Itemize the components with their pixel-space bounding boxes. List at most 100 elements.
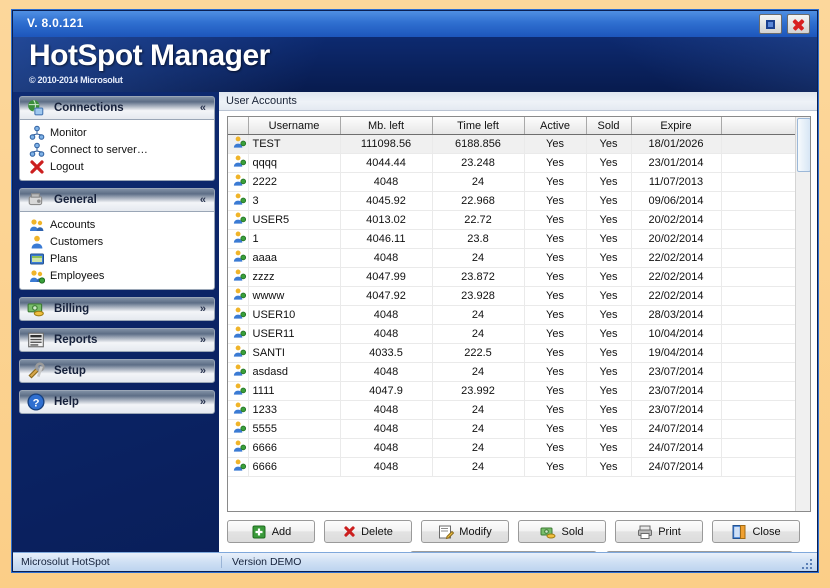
sidebar-panel-title: Billing — [54, 303, 89, 315]
cell-username: SANTI — [248, 344, 340, 363]
column-header-sold[interactable]: Sold — [586, 117, 631, 135]
sidebar-item-accounts[interactable]: Accounts — [20, 216, 214, 233]
delete-button[interactable]: Delete — [324, 520, 412, 543]
row-user-icon — [228, 325, 248, 344]
cell-active: Yes — [524, 268, 586, 287]
chevron-down-icon[interactable]: » — [200, 365, 206, 378]
sidebar-panel-title: General — [54, 194, 97, 206]
table-row[interactable]: asdasd404824YesYes23/07/2014 — [228, 363, 810, 382]
grid-scrollbar-thumb[interactable] — [797, 118, 811, 172]
cell-sold: Yes — [586, 135, 631, 154]
column-header-time-left[interactable]: Time left — [432, 117, 524, 135]
sold-button[interactable]: Sold — [518, 520, 606, 543]
window-controls — [759, 14, 810, 34]
print-button[interactable]: Print — [615, 520, 703, 543]
modify-button[interactable]: Modify — [421, 520, 509, 543]
chevron-up-icon[interactable]: « — [200, 102, 206, 115]
cell-expire: 20/02/2014 — [631, 211, 721, 230]
user-icon — [232, 154, 247, 172]
sidebar-item-connect-to-server[interactable]: Connect to server… — [20, 141, 214, 158]
column-header-mb-left[interactable]: Mb. left — [340, 117, 432, 135]
table-row[interactable]: SANTI4033.5222.5YesYes19/04/2014 — [228, 344, 810, 363]
user-icon — [232, 230, 247, 248]
sidebar-panel-connections: Connections« MonitorConnect to server…Log… — [19, 96, 215, 181]
row-user-icon — [228, 154, 248, 173]
cell-expire: 24/07/2014 — [631, 439, 721, 458]
table-row[interactable]: USER10404824YesYes28/03/2014 — [228, 306, 810, 325]
table-row[interactable]: 6666404824YesYes24/07/2014 — [228, 439, 810, 458]
sidebar-item-monitor[interactable]: Monitor — [20, 124, 214, 141]
row-user-icon — [228, 420, 248, 439]
row-user-icon — [228, 439, 248, 458]
table-row[interactable]: 34045.9222.968YesYes09/06/2014 — [228, 192, 810, 211]
user-accounts-grid[interactable]: UsernameMb. leftTime leftActiveSoldExpir… — [227, 116, 811, 512]
cell-username: asdasd — [248, 363, 340, 382]
grid-vertical-scrollbar[interactable] — [795, 117, 810, 511]
row-user-icon — [228, 287, 248, 306]
resize-grip[interactable] — [802, 557, 814, 569]
cell-expire: 20/02/2014 — [631, 230, 721, 249]
column-header-active[interactable]: Active — [524, 117, 586, 135]
logout-x-icon — [28, 159, 46, 175]
row-user-icon — [228, 268, 248, 287]
user-icon — [232, 401, 247, 419]
table-row[interactable]: qqqq4044.4423.248YesYes23/01/2014 — [228, 154, 810, 173]
table-row[interactable]: 1233404824YesYes23/07/2014 — [228, 401, 810, 420]
close-button[interactable]: Close — [712, 520, 800, 543]
table-row[interactable]: 6666404824YesYes24/07/2014 — [228, 458, 810, 477]
sidebar-panel-header-setup[interactable]: Setup» — [19, 359, 215, 383]
cell-username: TEST — [248, 135, 340, 154]
row-user-icon — [228, 135, 248, 154]
sidebar-item-plans[interactable]: Plans — [20, 250, 214, 267]
user-icon — [232, 458, 247, 476]
table-row[interactable]: 2222404824YesYes11/07/2013 — [228, 173, 810, 192]
table-row[interactable]: USER11404824YesYes10/04/2014 — [228, 325, 810, 344]
row-user-icon — [228, 192, 248, 211]
restore-button[interactable] — [759, 14, 782, 34]
table-row[interactable]: wwww4047.9223.928YesYes22/02/2014 — [228, 287, 810, 306]
cell-time-left: 23.8 — [432, 230, 524, 249]
table-row[interactable]: 11114047.923.992YesYes23/07/2014 — [228, 382, 810, 401]
reports-list-icon — [22, 328, 50, 352]
table-row[interactable]: zzzz4047.9923.872YesYes22/02/2014 — [228, 268, 810, 287]
sidebar-panel-header-reports[interactable]: Reports» — [19, 328, 215, 352]
cell-mb-left: 4048 — [340, 363, 432, 382]
cell-active: Yes — [524, 401, 586, 420]
cell-mb-left: 4013.02 — [340, 211, 432, 230]
close-door-icon — [731, 524, 747, 540]
sidebar-item-logout[interactable]: Logout — [20, 158, 214, 175]
sidebar-item-employees[interactable]: Employees — [20, 267, 214, 284]
sidebar-panel-header-help[interactable]: ?Help» — [19, 390, 215, 414]
row-user-icon — [228, 230, 248, 249]
add-button[interactable]: Add — [227, 520, 315, 543]
column-header-username[interactable]: Username — [248, 117, 340, 135]
print-icon — [637, 524, 653, 540]
chevron-up-icon[interactable]: « — [200, 194, 206, 207]
connect-server-icon — [28, 142, 46, 158]
close-button[interactable] — [787, 14, 810, 34]
chevron-down-icon[interactable]: » — [200, 396, 206, 409]
table-row[interactable]: 14046.1123.8YesYes20/02/2014 — [228, 230, 810, 249]
table-row[interactable]: aaaa404824YesYes22/02/2014 — [228, 249, 810, 268]
sidebar-item-customers[interactable]: Customers — [20, 233, 214, 250]
chevron-down-icon[interactable]: » — [200, 334, 206, 347]
column-header-blank-0[interactable] — [228, 117, 248, 135]
row-user-icon — [228, 173, 248, 192]
body-area: Connections« MonitorConnect to server…Log… — [13, 92, 817, 554]
table-row[interactable]: TEST111098.566188.856YesYes18/01/2026 — [228, 135, 810, 154]
cell-mb-left: 4046.11 — [340, 230, 432, 249]
cell-time-left: 24 — [432, 401, 524, 420]
user-icon — [232, 325, 247, 343]
desktop-background: V. 8.0.121 HotSpot Manager © 2010-2014 M… — [0, 0, 830, 588]
grip-dot — [810, 567, 812, 569]
row-user-icon — [228, 458, 248, 477]
title-bar[interactable]: V. 8.0.121 — [13, 11, 817, 37]
sidebar-panel-header-billing[interactable]: Billing » — [19, 297, 215, 321]
sidebar-panel-header-general[interactable]: General « — [19, 188, 215, 212]
column-header-expire[interactable]: Expire — [631, 117, 721, 135]
sidebar-panel-header-connections[interactable]: Connections« — [19, 96, 215, 120]
chevron-down-icon[interactable]: » — [200, 303, 206, 316]
table-row[interactable]: 5555404824YesYes24/07/2014 — [228, 420, 810, 439]
cell-mb-left: 4047.9 — [340, 382, 432, 401]
table-row[interactable]: USER54013.0222.72YesYes20/02/2014 — [228, 211, 810, 230]
